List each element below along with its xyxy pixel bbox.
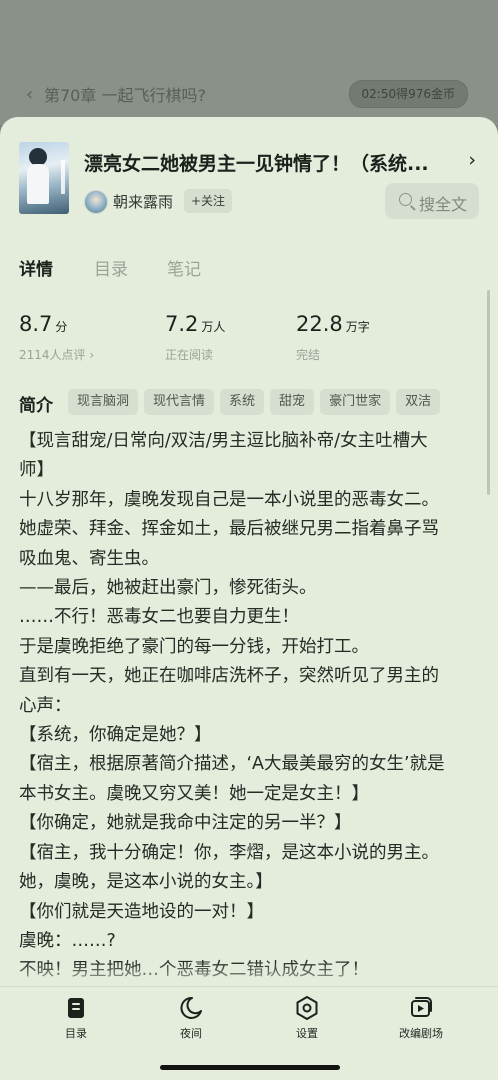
search-full-text-button[interactable]: 搜全文 bbox=[385, 183, 479, 219]
synopsis-line: 心声： bbox=[19, 695, 72, 716]
book-detail-sheet: 漂亮女二她被男主一见钟情了！（系统... › 朝来露雨 +关注 搜全文 详情 目… bbox=[0, 117, 498, 1080]
synopsis-line: 【宿主，根据原著简介描述，‘A大最美最穷的女生’就是 bbox=[19, 754, 445, 775]
book-cover[interactable] bbox=[19, 142, 69, 214]
rating-value: 8.7 bbox=[19, 312, 53, 336]
synopsis-line: 虞晚：……? bbox=[19, 930, 116, 951]
stat-words: 22.8 万字 完结 bbox=[296, 312, 370, 362]
words-unit: 万字 bbox=[345, 320, 370, 334]
synopsis-line: 【你们就是天造地设的一对！】 bbox=[19, 901, 264, 922]
genre-tag[interactable]: 甜宠 bbox=[270, 389, 315, 415]
bottom-navigation: 目录 夜间 设置 改编剧场 bbox=[0, 986, 498, 1080]
synopsis-line: 于是虞晚拒绝了豪门的每一分钱，开始打工。 bbox=[19, 636, 369, 657]
tab-catalog[interactable]: 目录 bbox=[94, 255, 128, 280]
scrollbar[interactable] bbox=[487, 290, 490, 495]
nav-adaptation-label: 改编剧场 bbox=[399, 1027, 443, 1040]
synopsis-line: 【你确定，她就是我命中注定的另一半？】 bbox=[19, 813, 352, 834]
coin-reward-badge[interactable]: 02:50得976金币 bbox=[348, 80, 468, 108]
search-icon bbox=[399, 193, 412, 206]
synopsis-line: 吸血鬼、寄生虫。 bbox=[19, 548, 159, 569]
synopsis-line: ——最后，她被赶出豪门，惨死街头。 bbox=[19, 578, 317, 599]
moon-icon bbox=[180, 996, 202, 1019]
synopsis-line: 【现言甜宠/日常向/双洁/男主逗比脑补帝/女主吐槽大 bbox=[19, 431, 428, 451]
tab-notes[interactable]: 笔记 bbox=[167, 255, 201, 280]
genre-tag[interactable]: 现言脑洞 bbox=[68, 389, 139, 415]
nav-settings-button[interactable]: 设置 bbox=[262, 995, 352, 1041]
book-title[interactable]: 漂亮女二她被男主一见钟情了！（系统... bbox=[84, 149, 452, 176]
nav-adaptation-theater-button[interactable]: 改编剧场 bbox=[376, 995, 466, 1041]
synopsis-line: 本书女主。虞晚又穷又美！她一定是女主！】 bbox=[19, 783, 369, 804]
synopsis-line: 直到有一天，她正在咖啡店洗杯子，突然听见了男主的 bbox=[19, 666, 439, 687]
rating-count-link[interactable]: 2114人点评 › bbox=[19, 346, 94, 363]
reader-header-dimmed: ‹ 第70章 一起飞行棋吗? 02:50得976金币 bbox=[0, 0, 498, 125]
stat-rating: 8.7 分 2114人点评 › bbox=[19, 312, 94, 362]
tag-list: 现言脑洞 现代言情 系统 甜宠 豪门世家 双洁 bbox=[68, 389, 441, 415]
play-icon bbox=[411, 997, 432, 1017]
synopsis-line: ……不行！恶毒女二也要自力更生！ bbox=[19, 607, 299, 628]
genre-tag[interactable]: 现代言情 bbox=[144, 389, 215, 415]
chevron-right-icon[interactable]: › bbox=[468, 149, 476, 171]
nav-settings-label: 设置 bbox=[296, 1027, 318, 1040]
genre-tag[interactable]: 豪门世家 bbox=[320, 389, 391, 415]
author-name[interactable]: 朝来露雨 bbox=[113, 191, 173, 212]
synopsis-line: 【系统，你确定是她？】 bbox=[19, 725, 212, 746]
author-avatar[interactable] bbox=[84, 190, 108, 214]
readers-value: 7.2 bbox=[165, 312, 199, 336]
synopsis-text: 【现言甜宠/日常向/双洁/男主逗比脑补帝/女主吐槽大 师】 十八岁那年，虞晚发现… bbox=[19, 427, 481, 986]
home-indicator[interactable] bbox=[160, 1065, 340, 1070]
genre-tag[interactable]: 双洁 bbox=[396, 389, 441, 415]
synopsis-line: 她，虞晚，是这本小说的女主。】 bbox=[19, 872, 273, 893]
back-chevron-icon[interactable]: ‹ bbox=[26, 84, 33, 105]
chapter-title: 第70章 一起飞行棋吗? bbox=[44, 86, 206, 105]
stat-readers: 7.2 万人 正在阅读 bbox=[165, 312, 226, 362]
readers-caption: 正在阅读 bbox=[165, 348, 214, 362]
nav-night-button[interactable]: 夜间 bbox=[146, 995, 236, 1041]
synopsis-line: 她虚荣、拜金、挥金如土，最后被继兄男二指着鼻子骂 bbox=[19, 519, 439, 540]
completion-status: 完结 bbox=[296, 348, 321, 362]
follow-button[interactable]: +关注 bbox=[184, 189, 233, 213]
nav-night-label: 夜间 bbox=[180, 1027, 202, 1040]
synopsis-line: 师】 bbox=[19, 460, 54, 481]
nav-catalog-button[interactable]: 目录 bbox=[31, 995, 121, 1041]
settings-icon bbox=[296, 996, 318, 1020]
catalog-icon bbox=[68, 998, 84, 1018]
tab-details[interactable]: 详情 bbox=[19, 255, 53, 280]
readers-unit: 万人 bbox=[201, 320, 226, 334]
intro-label: 简介 bbox=[19, 396, 53, 416]
rating-unit: 分 bbox=[55, 320, 68, 334]
nav-catalog-label: 目录 bbox=[65, 1027, 87, 1040]
synopsis-line: 【宿主，我十分确定！你，李熠，是这本小说的男主。 bbox=[19, 842, 439, 863]
synopsis-line: 十八岁那年，虞晚发现自己是一本小说里的恶毒女二。 bbox=[19, 489, 439, 510]
words-value: 22.8 bbox=[296, 312, 343, 336]
search-label: 搜全文 bbox=[419, 195, 468, 214]
genre-tag[interactable]: 系统 bbox=[220, 389, 265, 415]
